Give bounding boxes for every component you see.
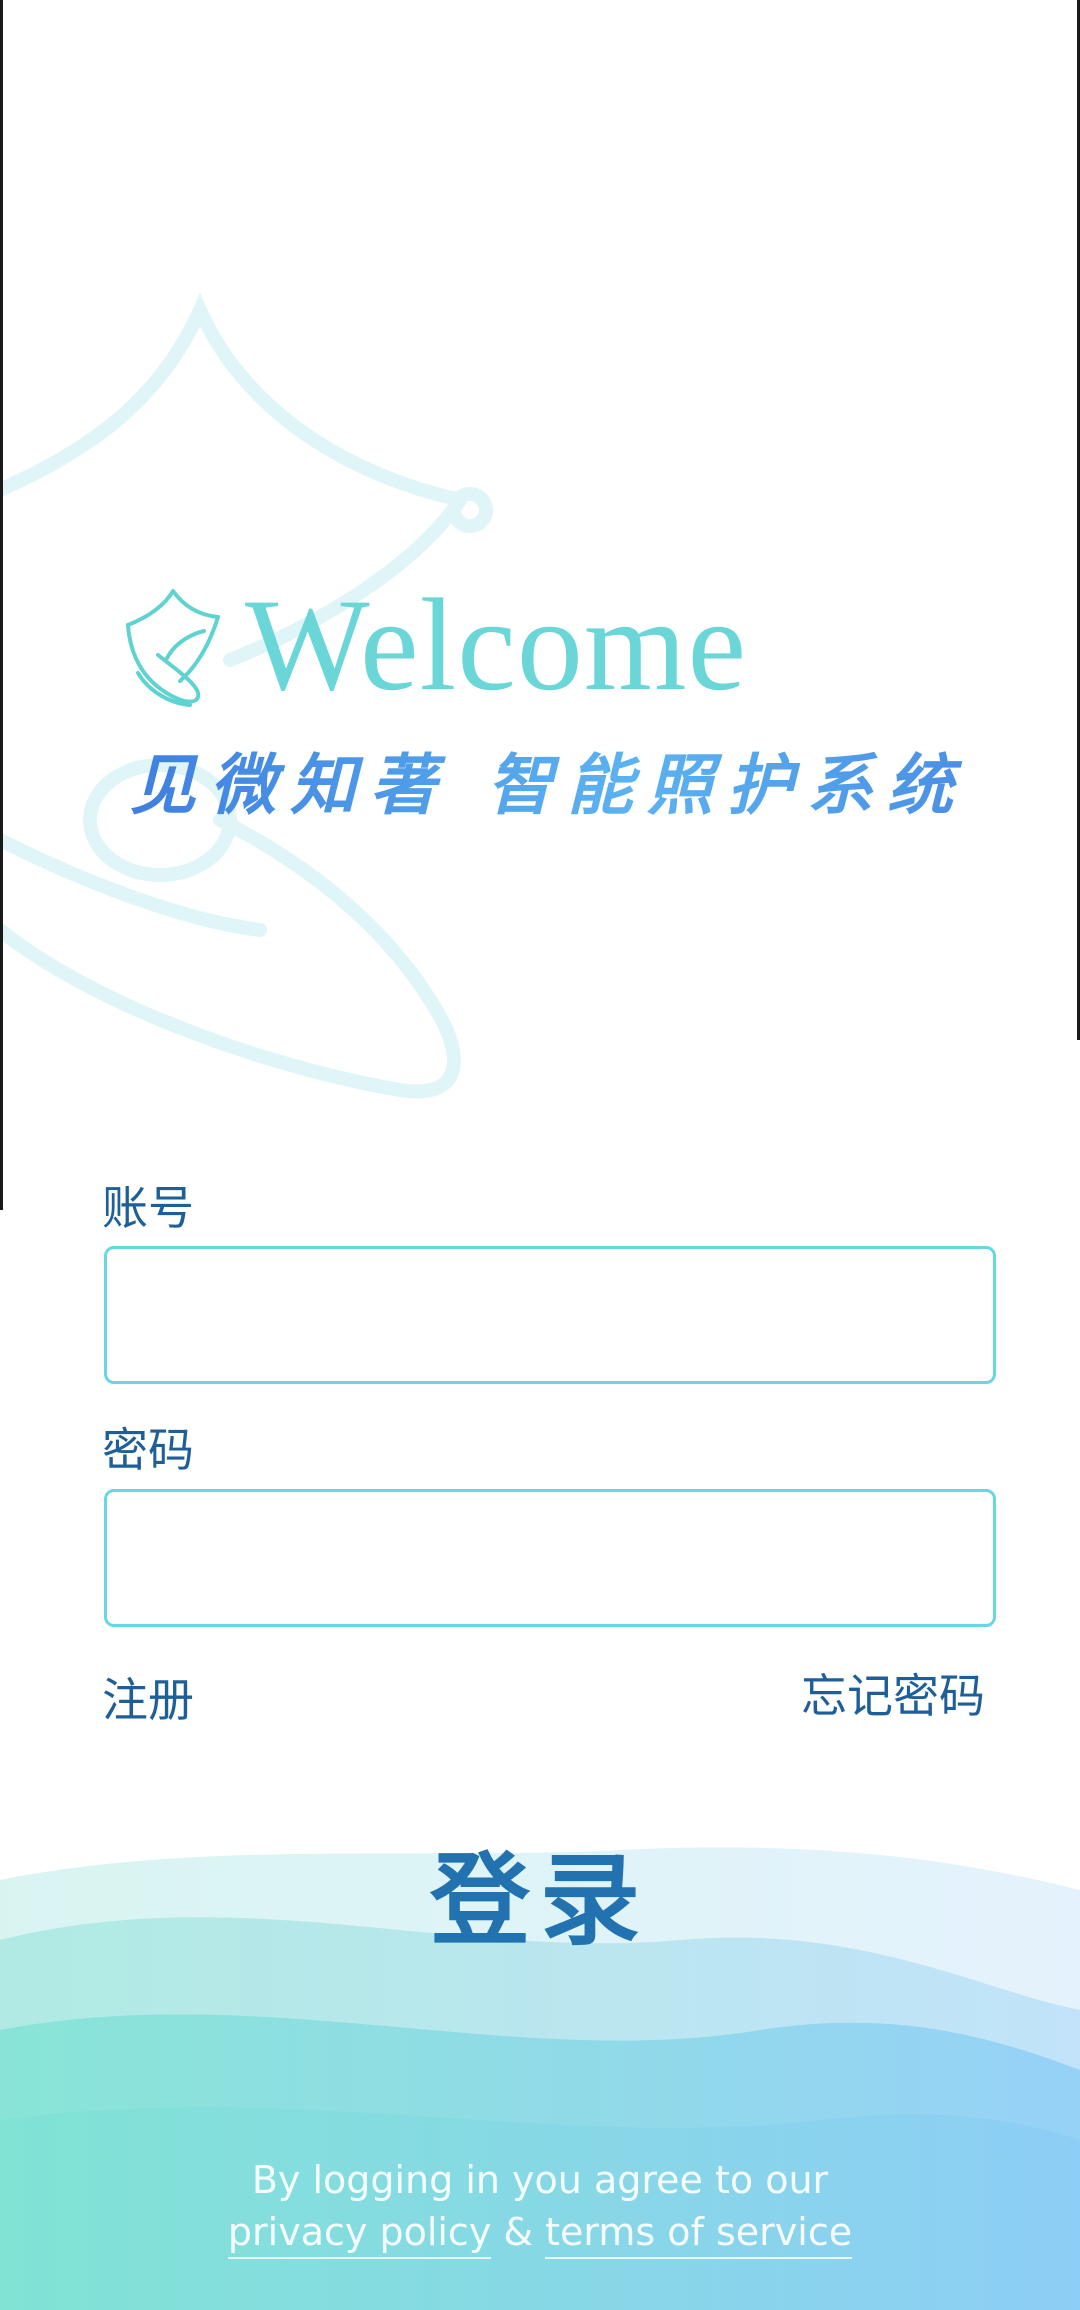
legal-links-row: privacy policy & terms of service bbox=[0, 2210, 1080, 2259]
login-button[interactable]: 登录 bbox=[380, 1835, 700, 1965]
account-label: 账号 bbox=[102, 1181, 194, 1235]
app-slogan: 见微知著 智能照护系统 bbox=[130, 740, 970, 830]
shield-leaf-icon bbox=[126, 589, 220, 707]
password-input[interactable] bbox=[104, 1489, 996, 1627]
left-edge-shadow bbox=[0, 0, 3, 1210]
register-link[interactable]: 注册 bbox=[102, 1670, 194, 1730]
password-label: 密码 bbox=[102, 1423, 194, 1477]
forgot-password-link[interactable]: 忘记密码 bbox=[801, 1666, 985, 1726]
account-input[interactable] bbox=[104, 1246, 996, 1384]
privacy-policy-link[interactable]: privacy policy bbox=[227, 2210, 492, 2259]
terms-of-service-link[interactable]: terms of service bbox=[545, 2210, 853, 2259]
ampersand-text: & bbox=[503, 2210, 534, 2254]
welcome-title: Welcome bbox=[245, 571, 748, 718]
agree-text: By logging in you agree to our bbox=[251, 2158, 829, 2202]
